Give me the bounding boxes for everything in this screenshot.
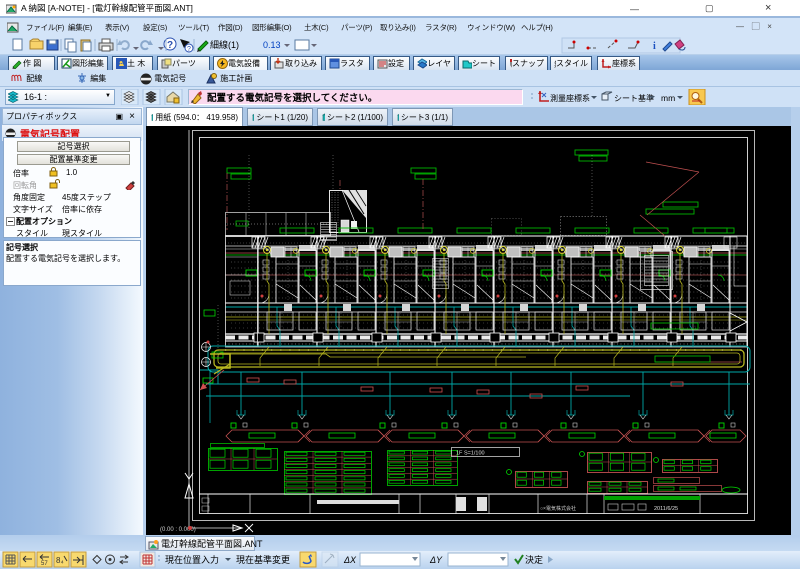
svg-text:57: 57 xyxy=(41,561,48,567)
svg-text:無: 無 xyxy=(554,59,556,69)
svg-text:ΔX: ΔX xyxy=(343,555,357,565)
svg-text:測量座標系: 測量座標系 xyxy=(550,93,590,103)
svg-text:現在位置入力: 現在位置入力 xyxy=(165,554,219,565)
svg-text:?: ? xyxy=(167,40,173,51)
svg-text:細線(1): 細線(1) xyxy=(210,39,239,50)
svg-text:0.13: 0.13 xyxy=(263,40,281,50)
svg-text:2011/6/25: 2011/6/25 xyxy=(654,506,678,512)
svg-text:mm: mm xyxy=(661,93,675,103)
svg-text:シート基準: シート基準 xyxy=(614,93,654,103)
svg-text:決定: 決定 xyxy=(525,554,543,565)
svg-text:ΔY: ΔY xyxy=(429,555,443,565)
svg-text:現在基準変更: 現在基準変更 xyxy=(236,554,290,565)
svg-text:i: i xyxy=(653,41,656,52)
svg-text:?: ? xyxy=(187,46,191,53)
svg-text:1F S=1/100: 1F S=1/100 xyxy=(456,451,485,457)
svg-text:○×電気株式会社: ○×電気株式会社 xyxy=(540,505,576,512)
svg-text:8₄: 8₄ xyxy=(56,556,64,565)
